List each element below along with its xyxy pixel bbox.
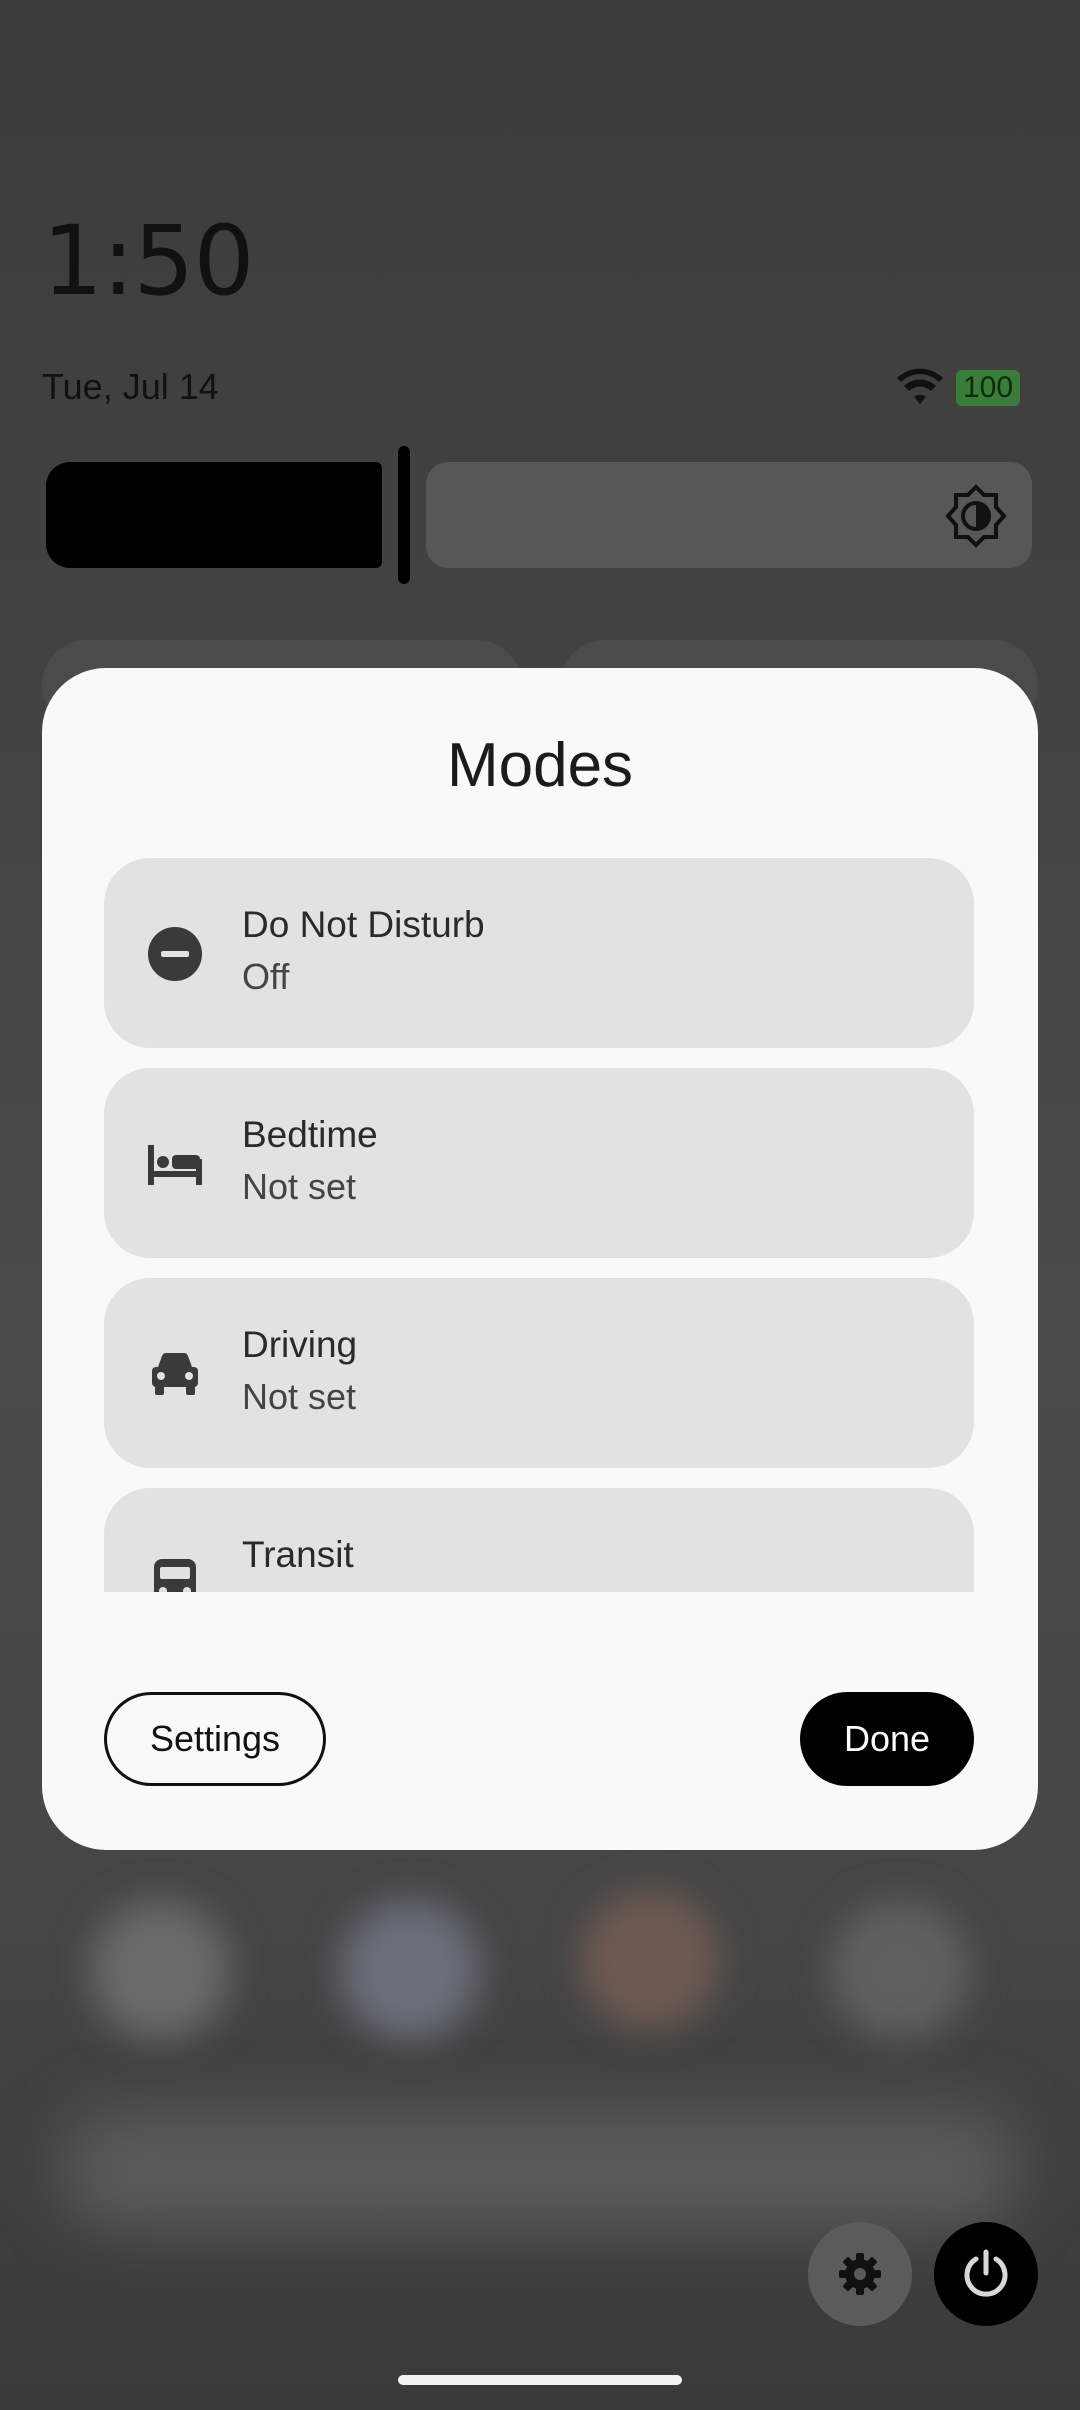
mode-name: Do Not Disturb — [242, 904, 485, 945]
mode-item-driving[interactable]: Driving Not set — [104, 1278, 974, 1468]
mode-item-transit[interactable]: Transit — [104, 1488, 974, 1592]
modes-dialog: Modes Do Not Disturb Off Bedtime Not set — [42, 668, 1038, 1850]
gear-icon — [839, 2253, 881, 2295]
power-icon — [964, 2249, 1008, 2297]
settings-button[interactable]: Settings — [104, 1692, 326, 1786]
brightness-slider-fill[interactable] — [46, 462, 382, 568]
brightness-slider-handle[interactable] — [398, 446, 410, 584]
battery-indicator: 100 — [956, 370, 1020, 406]
clock: 1:50 — [42, 205, 255, 317]
mode-name: Bedtime — [242, 1114, 378, 1155]
mode-status: Not set — [242, 1376, 357, 1417]
blurred-search-bar — [60, 2110, 1020, 2230]
blurred-app-icon — [830, 1900, 970, 2040]
mode-name: Driving — [242, 1324, 358, 1365]
dialog-title: Modes — [446, 731, 634, 800]
blurred-app-icon — [90, 1900, 230, 2040]
mode-list[interactable]: Do Not Disturb Off Bedtime Not set Drivi… — [104, 858, 974, 1592]
settings-shortcut-button[interactable] — [808, 2222, 912, 2326]
blurred-app-icon — [340, 1900, 480, 2040]
date: Tue, Jul 14 — [42, 366, 219, 407]
wifi-icon — [897, 368, 943, 404]
bed-icon — [148, 1145, 202, 1185]
mode-item-bedtime[interactable]: Bedtime Not set — [104, 1068, 974, 1258]
bus-icon — [154, 1559, 196, 1592]
mode-item-do-not-disturb[interactable]: Do Not Disturb Off — [104, 858, 974, 1048]
power-menu-button[interactable] — [934, 2222, 1038, 2326]
mode-status: Not set — [242, 1166, 357, 1207]
done-button[interactable]: Done — [800, 1692, 974, 1786]
brightness-slider-track[interactable] — [426, 462, 1032, 568]
blurred-app-icon — [580, 1890, 720, 2030]
mode-name: Transit — [242, 1534, 354, 1575]
car-icon — [152, 1353, 198, 1395]
mode-status: Off — [242, 956, 290, 997]
do-not-disturb-icon — [148, 927, 202, 981]
brightness-icon — [945, 484, 1007, 548]
home-gesture-bar[interactable] — [398, 2375, 682, 2385]
